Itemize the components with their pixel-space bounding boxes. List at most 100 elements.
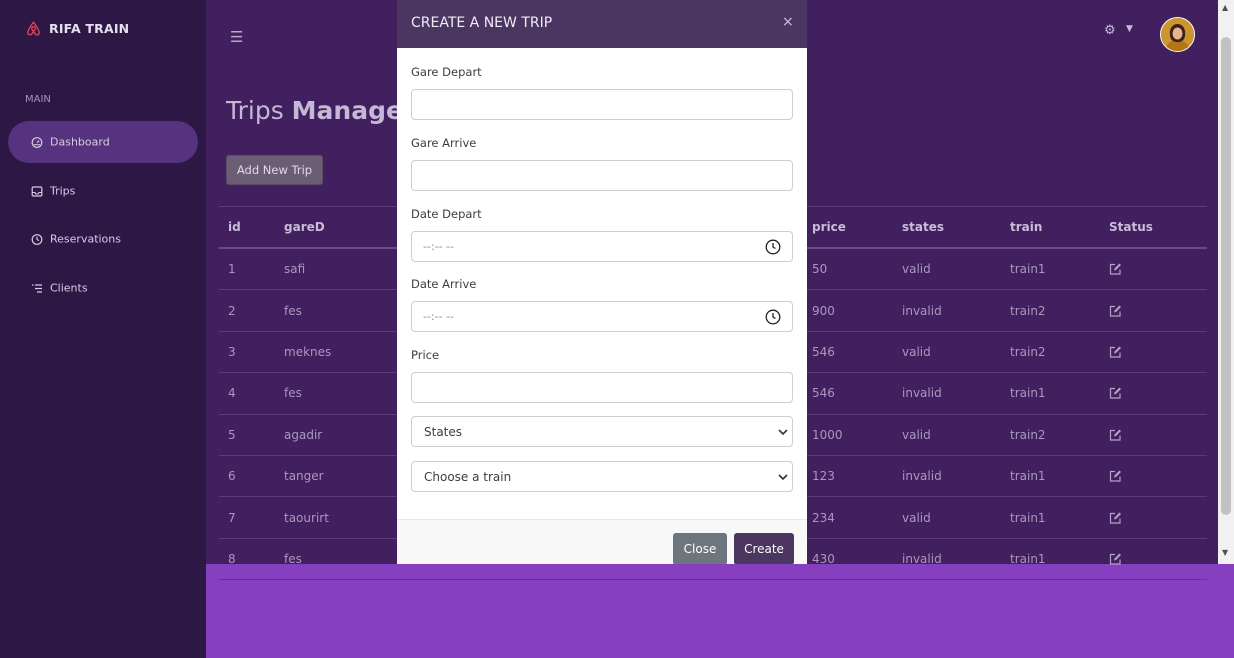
airbnb-logo-icon xyxy=(27,21,40,36)
modal-footer: Close Create xyxy=(397,519,807,564)
cell-gared: fes xyxy=(284,551,302,566)
clock-icon[interactable] xyxy=(765,309,781,325)
cell-gared: fes xyxy=(284,303,302,318)
gare-depart-label: Gare Depart xyxy=(411,65,482,79)
cell-gared: safi xyxy=(284,262,306,277)
scroll-down-arrow-icon[interactable]: ▼ xyxy=(1222,548,1228,557)
cell-states: valid xyxy=(902,262,931,277)
train-select-value: Choose a train xyxy=(424,470,512,484)
cell-train: train2 xyxy=(1010,344,1046,359)
edit-icon[interactable] xyxy=(1109,387,1122,400)
column-header-gared[interactable]: gareD xyxy=(284,220,325,234)
cell-price: 900 xyxy=(812,303,835,318)
brand[interactable]: RIFA TRAIN xyxy=(25,20,129,37)
cell-price: 234 xyxy=(812,510,835,525)
cell-gared: tanger xyxy=(284,469,324,484)
section-label-main: MAIN xyxy=(25,94,51,105)
chevron-down-icon xyxy=(778,429,788,436)
sidebar-item-label: Dashboard xyxy=(50,135,110,149)
cell-id: 5 xyxy=(228,427,236,442)
column-header-status[interactable]: Status xyxy=(1109,220,1153,234)
column-header-states[interactable]: states xyxy=(902,220,944,234)
column-header-train[interactable]: train xyxy=(1010,220,1042,234)
price-input[interactable] xyxy=(411,372,793,403)
modal-title: CREATE A NEW TRIP xyxy=(411,15,553,31)
page-title: Trips Manager xyxy=(226,96,415,125)
column-header-price[interactable]: price xyxy=(812,220,846,234)
cell-states: valid xyxy=(902,344,931,359)
cell-train: train1 xyxy=(1010,386,1046,401)
date-arrive-placeholder: --:-- -- xyxy=(423,310,455,323)
edit-icon[interactable] xyxy=(1109,552,1122,565)
sidebar: RIFA TRAIN MAIN Dashboard Trips Reservat… xyxy=(0,0,206,658)
user-avatar-icon xyxy=(1161,18,1194,51)
edit-icon[interactable] xyxy=(1109,345,1122,358)
scroll-up-arrow-icon[interactable]: ▲ xyxy=(1222,3,1228,12)
cell-id: 6 xyxy=(228,469,236,484)
chevron-down-icon[interactable]: ▼ xyxy=(1126,24,1133,34)
inbox-icon xyxy=(30,185,43,198)
cell-gared: taourirt xyxy=(284,510,329,525)
edit-icon[interactable] xyxy=(1109,511,1122,524)
page-scrollbar[interactable]: ▲ ▼ xyxy=(1218,0,1234,564)
list-icon xyxy=(30,282,43,295)
cell-states: valid xyxy=(902,427,931,442)
date-arrive-label: Date Arrive xyxy=(411,277,477,291)
date-arrive-input[interactable]: --:-- -- xyxy=(411,301,793,332)
date-depart-label: Date Depart xyxy=(411,207,482,221)
column-header-id[interactable]: id xyxy=(228,220,241,234)
sidebar-item-label: Clients xyxy=(50,281,88,295)
cell-price: 123 xyxy=(812,469,835,484)
cell-train: train1 xyxy=(1010,262,1046,277)
gare-arrive-label: Gare Arrive xyxy=(411,136,477,150)
avatar[interactable] xyxy=(1160,17,1195,52)
edit-icon[interactable] xyxy=(1109,428,1122,441)
brand-name: RIFA TRAIN xyxy=(49,21,130,36)
cell-price: 430 xyxy=(812,551,835,566)
cell-id: 7 xyxy=(228,510,236,525)
edit-icon[interactable] xyxy=(1109,263,1122,276)
edit-icon[interactable] xyxy=(1109,470,1122,483)
sidebar-item-label: Reservations xyxy=(50,232,121,246)
clock-icon[interactable] xyxy=(765,239,781,255)
sidebar-item-dashboard[interactable]: Dashboard xyxy=(8,121,198,163)
chevron-down-icon xyxy=(778,474,788,481)
create-trip-modal: CREATE A NEW TRIP × Gare Depart Gare Arr… xyxy=(397,0,807,564)
cell-train: train1 xyxy=(1010,469,1046,484)
scrollbar-thumb[interactable] xyxy=(1221,37,1231,515)
cell-states: invalid xyxy=(902,551,942,566)
cell-states: valid xyxy=(902,510,931,525)
cell-train: train1 xyxy=(1010,551,1046,566)
add-new-trip-button[interactable]: Add New Trip xyxy=(226,155,323,185)
gear-icon[interactable]: ⚙ xyxy=(1104,23,1116,38)
states-select[interactable]: States xyxy=(411,416,793,447)
sidebar-item-clients[interactable]: Clients xyxy=(8,267,198,309)
cell-states: invalid xyxy=(902,386,942,401)
edit-icon[interactable] xyxy=(1109,304,1122,317)
cell-states: invalid xyxy=(902,303,942,318)
cell-states: invalid xyxy=(902,469,942,484)
cell-price: 1000 xyxy=(812,427,843,442)
train-select[interactable]: Choose a train xyxy=(411,461,793,492)
cell-gared: agadir xyxy=(284,427,323,442)
cell-price: 546 xyxy=(812,344,835,359)
clock-icon xyxy=(30,233,43,246)
date-depart-input[interactable]: --:-- -- xyxy=(411,231,793,262)
close-icon[interactable]: × xyxy=(782,14,794,30)
page-title-light: Trips xyxy=(226,96,284,125)
cell-id: 8 xyxy=(228,551,236,566)
sidebar-item-label: Trips xyxy=(50,184,76,198)
cell-id: 4 xyxy=(228,386,236,401)
cell-train: train2 xyxy=(1010,427,1046,442)
gare-depart-input[interactable] xyxy=(411,89,793,120)
cell-gared: meknes xyxy=(284,344,332,359)
create-button[interactable]: Create xyxy=(734,533,794,564)
hamburger-icon[interactable]: ☰ xyxy=(230,28,243,46)
cell-id: 3 xyxy=(228,344,236,359)
sidebar-item-reservations[interactable]: Reservations xyxy=(8,218,198,260)
sidebar-item-trips[interactable]: Trips xyxy=(8,170,198,212)
date-depart-placeholder: --:-- -- xyxy=(423,240,455,253)
close-button[interactable]: Close xyxy=(673,533,727,564)
gare-arrive-input[interactable] xyxy=(411,160,793,191)
cell-train: train2 xyxy=(1010,303,1046,318)
